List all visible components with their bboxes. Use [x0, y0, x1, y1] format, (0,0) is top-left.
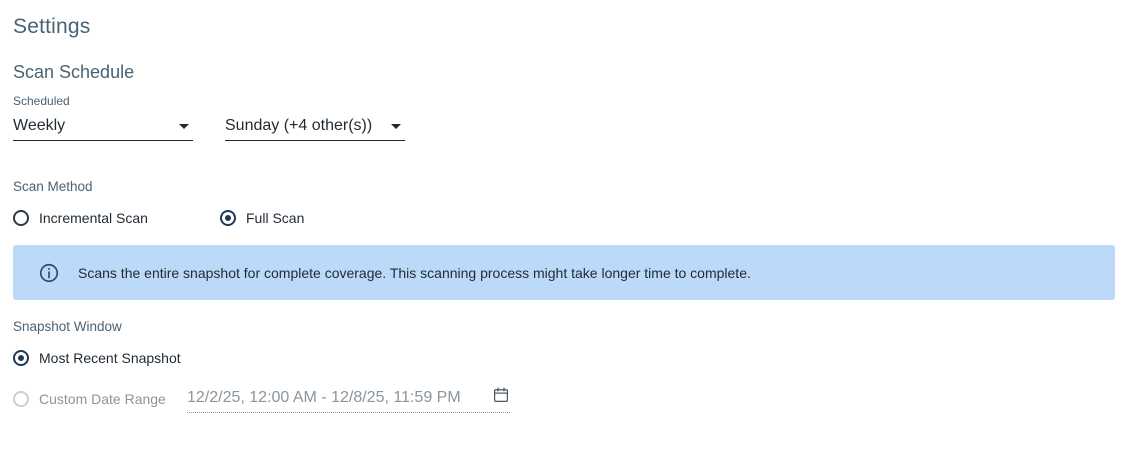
info-banner-text: Scans the entire snapshot for complete c… — [78, 264, 751, 281]
scheduled-label: Scheduled — [13, 94, 70, 108]
scan-schedule-title: Scan Schedule — [13, 62, 135, 82]
caret-down-icon — [179, 123, 189, 129]
calendar-icon[interactable] — [492, 386, 510, 404]
radio-label: Custom Date Range — [39, 391, 166, 407]
frequency-select-value: Weekly — [13, 117, 66, 134]
days-select-value: Sunday (+4 other(s)) — [225, 117, 373, 134]
radio-full-scan[interactable]: Full Scan — [220, 210, 304, 226]
date-range-field[interactable]: 12/2/25, 12:00 AM - 12/8/25, 11:59 PM — [187, 384, 510, 413]
radio-incremental-scan[interactable]: Incremental Scan — [13, 210, 148, 226]
radio-label: Full Scan — [246, 210, 305, 226]
page-title: Settings — [13, 15, 91, 38]
radio-circle[interactable] — [13, 210, 29, 226]
caret-down-icon — [391, 123, 401, 129]
radio-label: Incremental Scan — [39, 210, 148, 226]
radio-circle[interactable] — [13, 391, 29, 407]
radio-custom-date-range[interactable]: Custom Date Range — [13, 391, 166, 407]
date-range-value: 12/2/25, 12:00 AM - 12/8/25, 11:59 PM — [187, 389, 461, 406]
scan-method-label: Scan Method — [13, 179, 93, 194]
settings-page: Settings Scan Schedule Scheduled Weekly … — [0, 0, 1125, 463]
snapshot-window-label: Snapshot Window — [13, 319, 122, 334]
frequency-select[interactable]: Weekly — [13, 112, 193, 141]
info-banner: Scans the entire snapshot for complete c… — [13, 245, 1115, 300]
info-icon — [39, 263, 59, 282]
radio-most-recent-snapshot[interactable]: Most Recent Snapshot — [13, 350, 181, 366]
days-select[interactable]: Sunday (+4 other(s)) — [225, 112, 405, 141]
radio-label: Most Recent Snapshot — [39, 350, 181, 366]
radio-circle[interactable] — [13, 350, 29, 366]
radio-circle[interactable] — [220, 210, 236, 226]
